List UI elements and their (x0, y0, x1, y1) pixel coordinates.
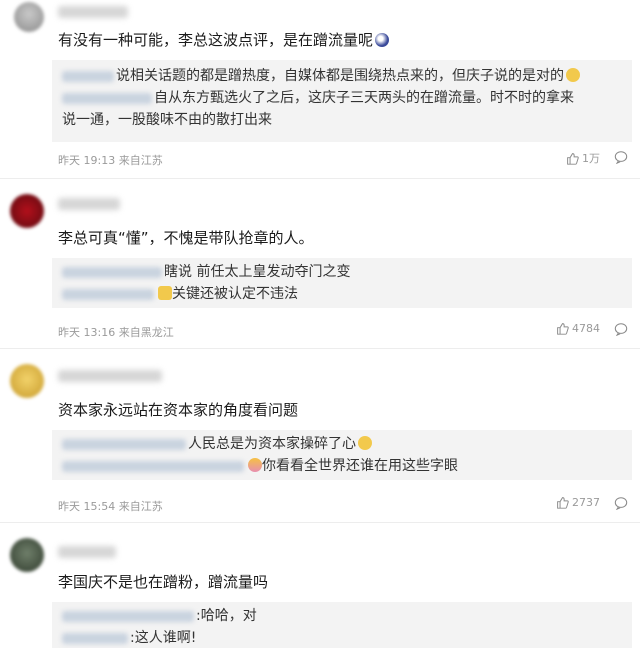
comment-icon[interactable] (614, 322, 628, 336)
username[interactable] (58, 546, 116, 558)
like-button[interactable]: 4784 (556, 322, 600, 335)
reply-line: 说相关话题的都是蹭热度，自媒体都是围绕热点来的，但庆子说的是对的 (62, 66, 580, 86)
comment-icon[interactable] (614, 150, 628, 164)
reply-username[interactable] (62, 632, 128, 644)
like-button[interactable]: 1万 (566, 150, 600, 166)
like-button[interactable]: 2737 (556, 496, 600, 509)
reply-username[interactable] (62, 460, 244, 472)
reply-line: 你看看全世界还谁在用这些字眼 (62, 456, 458, 476)
reply-line: 说一通，一股酸味不由的散打出来 (62, 112, 272, 128)
comment-text: 有没有一种可能，李总这波点评，是在蹭流量呢 (58, 30, 390, 50)
reply-line: 瞎说 前任太上皇发动夺门之变 (62, 262, 350, 282)
reply-line: 人民总是为资本家操碎了心 (62, 434, 372, 454)
username[interactable] (58, 6, 128, 18)
comment-icon[interactable] (614, 496, 628, 510)
divider (0, 178, 640, 179)
reply-line: 关键还被认定不违法 (62, 284, 298, 304)
reply-line: 自从东方甄选火了之后，这庆子三天两头的在蹭流量。时不时的拿来 (62, 88, 574, 108)
avatar[interactable] (10, 538, 44, 572)
emoji-icon (358, 436, 372, 450)
reply-username[interactable] (62, 288, 154, 300)
comment-text: 资本家永远站在资本家的角度看问题 (58, 401, 299, 419)
emoji-icon (158, 286, 172, 300)
avatar[interactable] (10, 194, 44, 228)
username[interactable] (58, 370, 162, 382)
avatar[interactable] (14, 2, 44, 32)
avatar[interactable] (10, 364, 44, 398)
comment-text: 李总可真“懂”，不愧是带队抢章的人。 (58, 229, 314, 247)
comment-meta: 昨天 15:54 来自江苏 (58, 500, 163, 513)
comment-meta: 昨天 19:13 来自江苏 (58, 154, 163, 167)
reply-box[interactable]: 人民总是为资本家操碎了心 你看看全世界还谁在用这些字眼 (52, 430, 632, 480)
divider (0, 522, 640, 523)
thumb-up-icon (557, 323, 569, 335)
reply-box[interactable]: :哈哈，对 :这人谁啊! (52, 602, 632, 648)
thumb-up-icon (567, 152, 579, 165)
divider (0, 348, 640, 349)
comment-meta: 昨天 13:16 来自黑龙江 (58, 326, 174, 339)
comment-text: 李国庆不是也在蹭粉，蹭流量吗 (58, 573, 269, 591)
reply-box[interactable]: 瞎说 前任太上皇发动夺门之变 关键还被认定不违法 (52, 258, 632, 308)
username[interactable] (58, 198, 120, 210)
thumb-up-icon (557, 497, 569, 509)
emoji-icon (248, 458, 262, 472)
emoji-icon (566, 68, 580, 82)
reply-username[interactable] (62, 70, 114, 82)
reply-username[interactable] (62, 266, 162, 278)
reply-line: :这人谁啊! (62, 628, 196, 648)
reply-username[interactable] (62, 92, 152, 104)
reply-username[interactable] (62, 610, 194, 622)
reply-line: :哈哈，对 (62, 606, 257, 626)
emoji-icon (375, 33, 390, 47)
reply-box[interactable]: 说相关话题的都是蹭热度，自媒体都是围绕热点来的，但庆子说的是对的 自从东方甄选火… (52, 60, 632, 142)
reply-username[interactable] (62, 438, 186, 450)
